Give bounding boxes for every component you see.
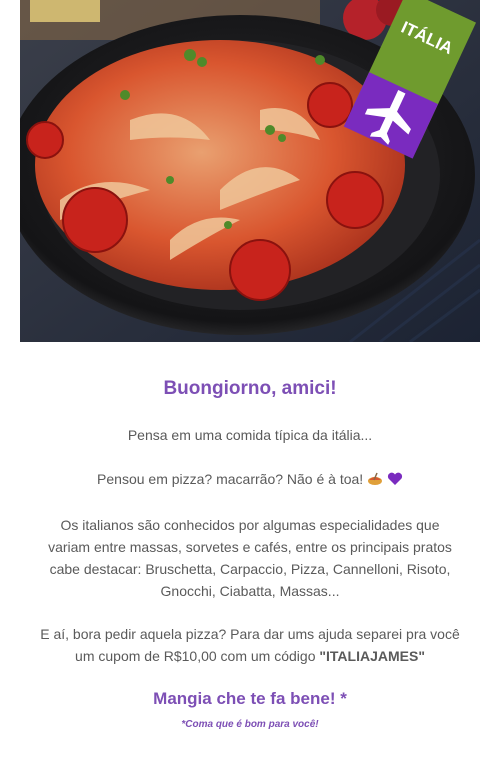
question-paragraph: Pensou em pizza? macarrão? Não é à toa! [40,468,460,492]
specialties-paragraph: Os italianos são conhecidos por algumas … [48,517,452,599]
hero-image: ITÁLIA [20,0,480,342]
pasta-dish-photo: ITÁLIA [20,0,480,342]
pasta-icon [367,470,383,492]
closing-footnote: *Coma que é bom para você! [181,719,319,730]
purple-heart-icon [387,470,403,492]
coupon-paragraph: E aí, bora pedir aquela pizza? Para dar … [40,623,460,667]
question-text: Pensou em pizza? macarrão? Não é à toa! [97,471,364,487]
intro-paragraph: Pensa em uma comida típica da itália... [127,427,373,443]
closing-heading: Mangia che te fa bene! * [153,689,347,708]
coupon-code: "ITALIAJAMES" [319,648,425,664]
greeting-heading: Buongiorno, amici! [163,378,337,399]
message-content: Buongiorno, amici! Pensa em uma comida t… [0,342,500,730]
